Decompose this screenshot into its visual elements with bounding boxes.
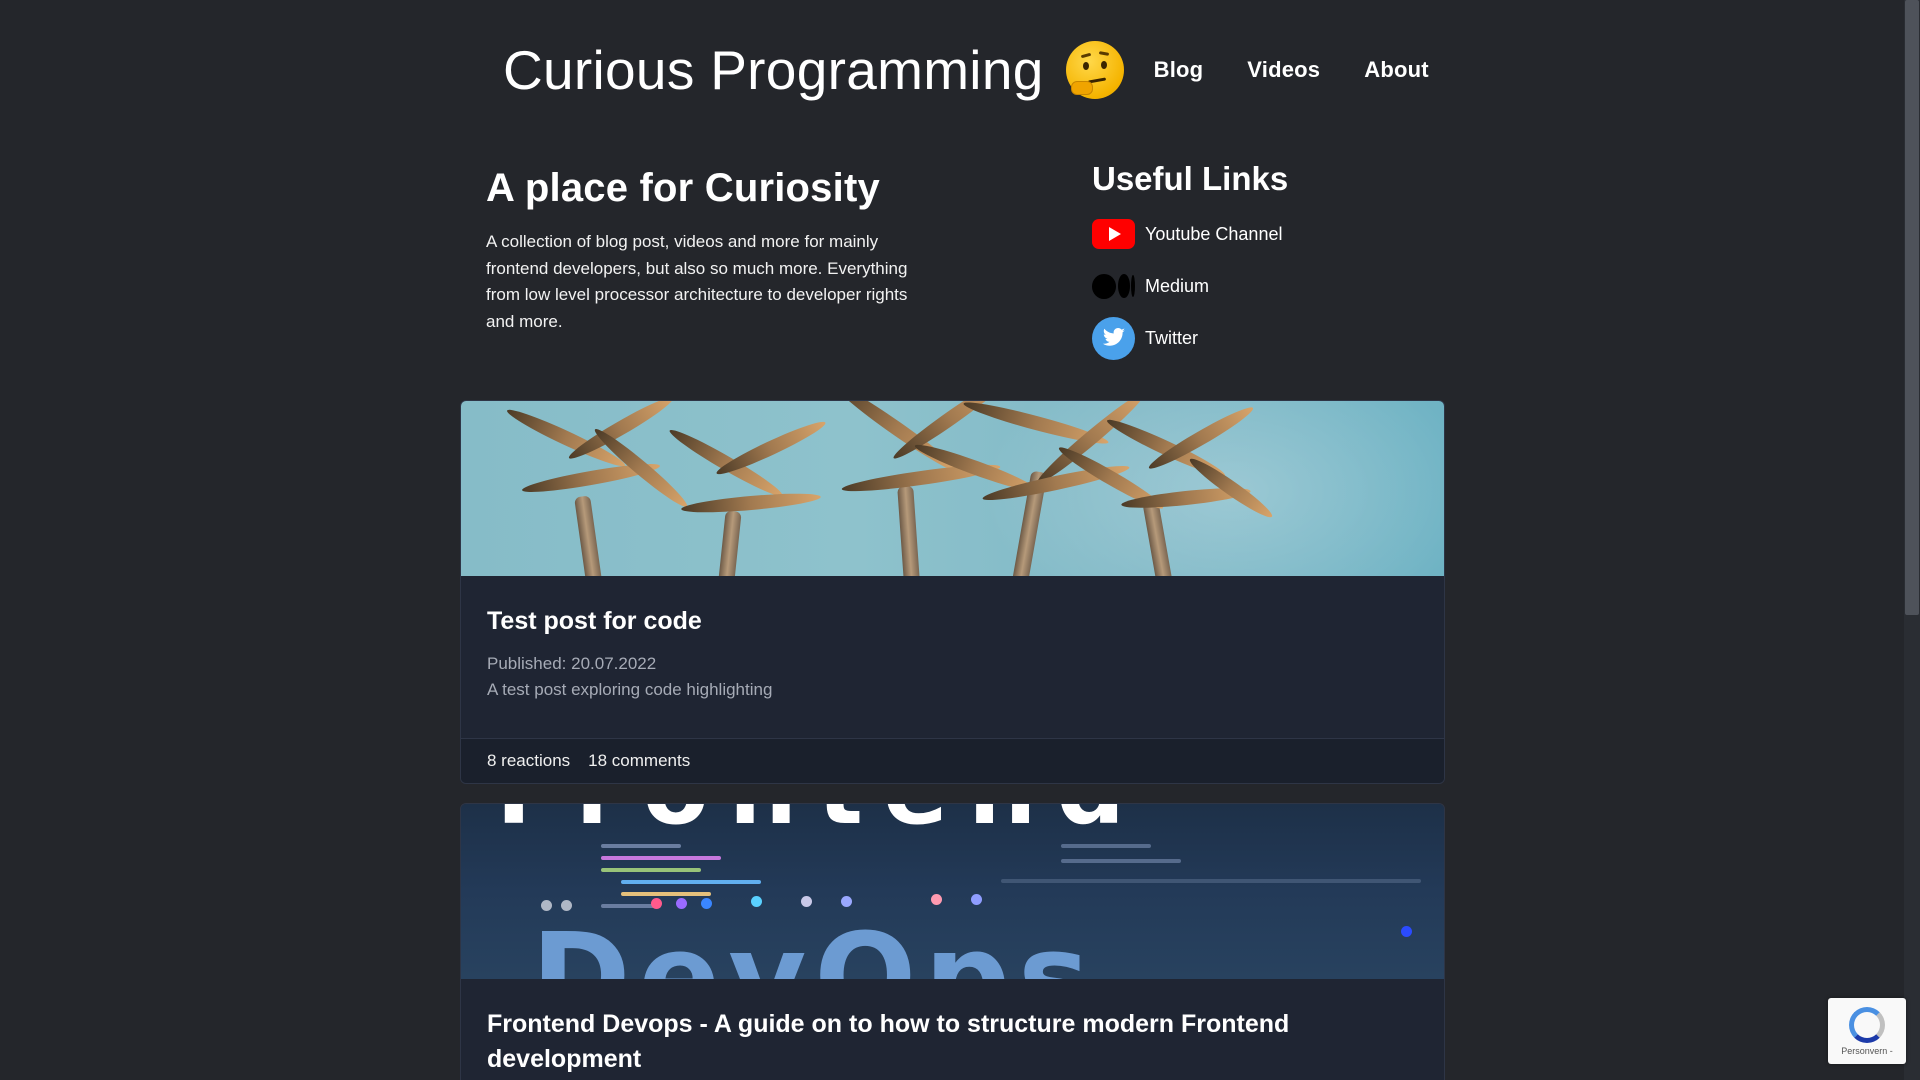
post-title[interactable]: Frontend Devops - A guide on to how to s… [487,1007,1418,1077]
intro-description: A collection of blog post, videos and mo… [486,232,908,331]
post-card[interactable]: Frontend DevOps Frontend Devops - A gu [460,803,1445,1080]
youtube-link[interactable]: Youtube Channel [1092,212,1288,256]
image-text-frontend: Frontend [496,804,1145,838]
youtube-icon [1092,219,1135,249]
post-description: A test post exploring code highlighting [487,680,773,699]
post-card[interactable]: Test post for code Published: 20.07.2022… [460,400,1445,784]
image-text-devops: DevOps [531,909,1098,980]
post-card-body: Frontend Devops - A guide on to how to s… [461,979,1444,1077]
post-comments[interactable]: 18 comments [588,751,690,771]
intro-section: A place for Curiosity A collection of bl… [486,166,936,335]
recaptcha-badge[interactable]: Personvern - [1828,998,1906,1064]
twitter-link[interactable]: Twitter [1092,316,1288,360]
post-published-date: Published: 20.07.2022 [487,654,657,673]
intro-heading: A place for Curiosity [486,166,880,210]
post-title[interactable]: Test post for code [487,604,1418,639]
page: Curious Programming Blog Videos About A … [0,0,1920,1080]
youtube-link-label: Youtube Channel [1145,223,1283,244]
twitter-link-label: Twitter [1145,327,1199,348]
scrollbar[interactable] [1904,0,1920,1080]
site-header: Curious Programming Blog Videos About [503,38,1473,102]
medium-link-label: Medium [1145,275,1210,296]
nav-about-link[interactable]: About [1364,57,1429,83]
post-card-footer: 8 reactions 18 comments [461,738,1444,783]
useful-links-heading: Useful Links [1092,160,1289,197]
recaptcha-label[interactable]: Personvern - [1841,1046,1893,1056]
code-screen-image: Frontend DevOps [461,804,1444,979]
twitter-icon [1092,316,1135,360]
useful-links-section: Useful Links Youtube Channel Medium Twit… [1092,160,1288,368]
post-reactions[interactable]: 8 reactions [487,751,570,771]
nav-blog-link[interactable]: Blog [1154,57,1204,83]
medium-link[interactable]: Medium [1092,264,1288,308]
post-card-body: Test post for code Published: 20.07.2022… [461,576,1444,703]
recaptcha-icon [1849,1006,1885,1043]
thinking-face-emoji-icon [1065,41,1124,99]
main-nav: Blog Videos About [1154,57,1473,83]
medium-icon [1092,271,1135,301]
palm-trees-image [461,401,1444,576]
nav-videos-link[interactable]: Videos [1247,57,1320,83]
scrollbar-thumb[interactable] [1905,0,1919,615]
site-title[interactable]: Curious Programming [503,38,1044,102]
